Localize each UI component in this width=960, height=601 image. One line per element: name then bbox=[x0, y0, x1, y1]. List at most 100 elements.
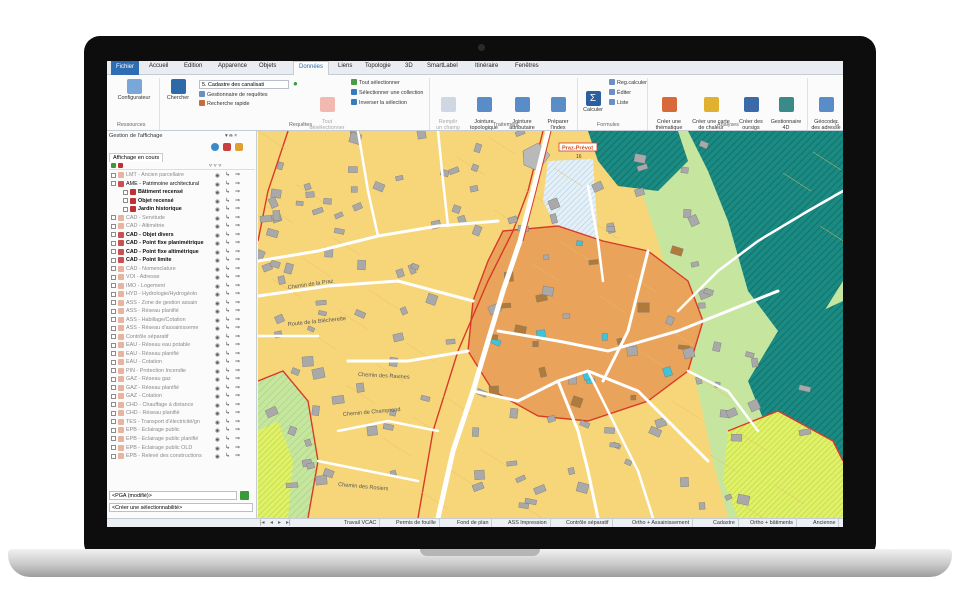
link-icon[interactable]: ⇒ bbox=[235, 248, 240, 257]
layer-checkbox[interactable] bbox=[111, 453, 116, 459]
link-icon[interactable]: ⇒ bbox=[235, 256, 240, 265]
configurateur-button[interactable]: Configurateur bbox=[113, 79, 155, 101]
layer-row[interactable]: GAZ - Cotation ◉ ↳ ⇒ bbox=[107, 392, 257, 401]
layer-row[interactable]: EPB - Eclairage public OLD ◉ ↳ ⇒ bbox=[107, 444, 257, 453]
layer-row[interactable]: EAU - Réseau eau potable ◉ ↳ ⇒ bbox=[107, 341, 257, 350]
chercher-button[interactable]: Chercher bbox=[164, 79, 192, 101]
save-icon[interactable] bbox=[240, 491, 249, 500]
layer-checkbox[interactable] bbox=[111, 436, 116, 442]
add-layer-icon[interactable] bbox=[111, 163, 116, 168]
layer-checkbox[interactable] bbox=[111, 393, 116, 399]
panel-controls[interactable]: ▾ ᵰ × bbox=[225, 133, 237, 139]
layer-row[interactable]: LMT - Ancien parcellaire ◉ ↳ ⇒ bbox=[107, 171, 257, 180]
layer-checkbox[interactable] bbox=[111, 257, 116, 263]
layer-checkbox[interactable] bbox=[111, 334, 116, 340]
style-icon[interactable] bbox=[235, 143, 243, 151]
layer-row[interactable]: AME - Patrimoine architectural ◉ ↳ ⇒ bbox=[107, 180, 257, 189]
arrow-icon[interactable]: ↳ bbox=[225, 375, 230, 384]
tab-accueil[interactable]: Accueil bbox=[149, 63, 168, 69]
layer-checkbox[interactable] bbox=[111, 249, 116, 255]
arrow-icon[interactable]: ↳ bbox=[225, 290, 230, 299]
arrow-icon[interactable]: ↳ bbox=[225, 316, 230, 325]
link-icon[interactable]: ⇒ bbox=[235, 324, 240, 333]
layer-checkbox[interactable] bbox=[111, 325, 116, 331]
arrow-icon[interactable]: ↳ bbox=[225, 265, 230, 274]
refresh-icon[interactable] bbox=[211, 143, 219, 151]
selectionner-collection-button[interactable]: Sélectionner une collection bbox=[351, 89, 423, 97]
arrow-icon[interactable]: ↳ bbox=[225, 188, 230, 197]
arrow-icon[interactable]: ↳ bbox=[225, 452, 230, 461]
layer-row[interactable]: GAZ - Réseau planifié ◉ ↳ ⇒ bbox=[107, 384, 257, 393]
link-icon[interactable]: ⇒ bbox=[235, 282, 240, 291]
link-icon[interactable]: ⇒ bbox=[235, 188, 240, 197]
tab-ortho-batiments[interactable]: Ortho + bâtiments bbox=[747, 519, 797, 527]
link-icon[interactable]: ⇒ bbox=[235, 171, 240, 180]
link-icon[interactable]: ⇒ bbox=[235, 290, 240, 299]
layer-checkbox[interactable] bbox=[111, 368, 116, 374]
arrow-icon[interactable]: ↳ bbox=[225, 435, 230, 444]
tab-objets[interactable]: Objets bbox=[259, 63, 276, 69]
link-icon[interactable]: ⇒ bbox=[235, 358, 240, 367]
layer-checkbox[interactable] bbox=[111, 351, 116, 357]
editer-button[interactable]: Éditer bbox=[609, 89, 631, 97]
arrow-icon[interactable]: ↳ bbox=[225, 299, 230, 308]
layer-row[interactable]: CHD - Chauffage à distance ◉ ↳ ⇒ bbox=[107, 401, 257, 410]
arrow-icon[interactable]: ↳ bbox=[225, 384, 230, 393]
layer-checkbox[interactable] bbox=[111, 410, 116, 416]
link-icon[interactable]: ⇒ bbox=[235, 444, 240, 453]
nav-first-button[interactable]: |◂ bbox=[260, 519, 265, 527]
tab-ortho-assainissement[interactable]: Ortho + Assainissement bbox=[629, 519, 694, 527]
map-canvas[interactable]: Chemin de la PrazRoute de la Blécherette… bbox=[258, 131, 843, 518]
layer-row[interactable]: CAD - Servitude ◉ ↳ ⇒ bbox=[107, 214, 257, 223]
layer-row[interactable]: Objet recensé ◉ ↳ ⇒ bbox=[107, 197, 257, 206]
arrow-icon[interactable]: ↳ bbox=[225, 248, 230, 257]
tab-smartlabel[interactable]: SmartLabel bbox=[427, 63, 458, 69]
arrow-icon[interactable]: ↳ bbox=[225, 444, 230, 453]
arrow-icon[interactable]: ↳ bbox=[225, 401, 230, 410]
layer-row[interactable]: CAD - Point fixe altimétrique ◉ ↳ ⇒ bbox=[107, 248, 257, 257]
layer-row[interactable]: CAD - Objet divers ◉ ↳ ⇒ bbox=[107, 231, 257, 240]
tab-apparence[interactable]: Apparence bbox=[218, 63, 247, 69]
layer-row[interactable]: VOI - Adresse ◉ ↳ ⇒ bbox=[107, 273, 257, 282]
layer-row[interactable]: Contrôle séparatif ◉ ↳ ⇒ bbox=[107, 333, 257, 342]
arrow-icon[interactable]: ↳ bbox=[225, 367, 230, 376]
link-icon[interactable]: ⇒ bbox=[235, 435, 240, 444]
link-icon[interactable]: ⇒ bbox=[235, 452, 240, 461]
tout-selectionner-button[interactable]: Tout sélectionner bbox=[351, 79, 400, 87]
link-icon[interactable]: ⇒ bbox=[235, 367, 240, 376]
layer-checkbox[interactable] bbox=[111, 385, 116, 391]
layer-checkbox[interactable] bbox=[111, 342, 116, 348]
layer-checkbox[interactable] bbox=[111, 283, 116, 289]
link-icon[interactable]: ⇒ bbox=[235, 375, 240, 384]
layer-checkbox[interactable] bbox=[111, 359, 116, 365]
layer-row[interactable]: Bâtiment recensé ◉ ↳ ⇒ bbox=[107, 188, 257, 197]
layer-row[interactable]: CAD - Point fixe planimétrique ◉ ↳ ⇒ bbox=[107, 239, 257, 248]
layer-checkbox[interactable] bbox=[111, 172, 116, 178]
link-icon[interactable]: ⇒ bbox=[235, 231, 240, 240]
layer-checkbox[interactable] bbox=[111, 266, 116, 272]
link-icon[interactable]: ⇒ bbox=[235, 392, 240, 401]
layer-checkbox[interactable] bbox=[111, 300, 116, 306]
arrow-icon[interactable]: ↳ bbox=[225, 171, 230, 180]
arrow-icon[interactable]: ↳ bbox=[225, 392, 230, 401]
layer-checkbox[interactable] bbox=[111, 232, 116, 238]
link-icon[interactable]: ⇒ bbox=[235, 222, 240, 231]
layer-checkbox[interactable] bbox=[111, 181, 116, 187]
tab-cadastre[interactable]: Cadastre bbox=[710, 519, 739, 527]
tab-travail-vcac[interactable]: Travail VCAC bbox=[341, 519, 381, 527]
recalculer-button[interactable]: Reg.calculer bbox=[609, 79, 647, 87]
link-icon[interactable]: ⇒ bbox=[235, 180, 240, 189]
link-icon[interactable]: ⇒ bbox=[235, 197, 240, 206]
nav-last-button[interactable]: ▸| bbox=[286, 519, 291, 527]
arrow-icon[interactable]: ↳ bbox=[225, 205, 230, 214]
arrow-icon[interactable]: ↳ bbox=[225, 180, 230, 189]
arrow-icon[interactable]: ↳ bbox=[225, 409, 230, 418]
arrow-icon[interactable]: ↳ bbox=[225, 231, 230, 240]
link-icon[interactable]: ⇒ bbox=[235, 316, 240, 325]
arrow-icon[interactable]: ↳ bbox=[225, 426, 230, 435]
tab-fichier[interactable]: Fichier bbox=[111, 61, 140, 75]
remove-layer-icon[interactable] bbox=[118, 163, 123, 168]
calculer-button[interactable]: Σ Calculer bbox=[580, 91, 606, 113]
layer-row[interactable]: CAD - Nomenclature ◉ ↳ ⇒ bbox=[107, 265, 257, 274]
arrow-icon[interactable]: ↳ bbox=[225, 197, 230, 206]
